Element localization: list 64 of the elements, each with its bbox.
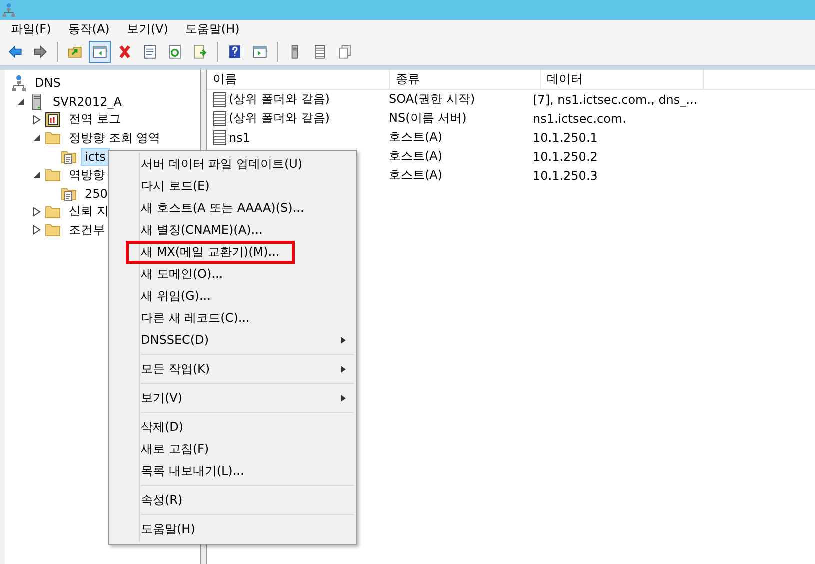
folder-icon [46, 206, 60, 218]
tree-item[interactable]: SVR2012_A [49, 92, 126, 111]
submenu-arrow-icon [341, 337, 346, 344]
server-icon [32, 94, 42, 110]
table-cell: ns1.ictsec.com. [533, 112, 626, 126]
table-cell: 10.1.250.2 [533, 150, 598, 164]
table-cell: (상위 폴더와 같음) [229, 110, 330, 127]
menu-item[interactable]: 다른 새 레코드(C)... [126, 306, 265, 330]
menu-item[interactable]: 보기(V) [120, 21, 178, 38]
record-icon [213, 92, 227, 108]
menu-item[interactable]: DNSSEC(D) [126, 330, 224, 350]
menu-item[interactable]: 도움말(H) [126, 518, 210, 540]
folder-icon [46, 132, 60, 145]
menu-item[interactable]: 새 호스트(A 또는 AAAA)(S)... [126, 196, 320, 220]
table-cell: 호스트(A) [389, 129, 443, 146]
menu-item[interactable]: 동작(A) [61, 21, 120, 38]
expand-icon[interactable] [31, 224, 43, 236]
submenu-arrow-icon [341, 366, 346, 373]
tree-item[interactable]: DNS [31, 74, 65, 92]
network-icon [12, 76, 26, 92]
table-cell: 10.1.250.3 [533, 168, 598, 182]
menu-item[interactable]: 삭제(D) [126, 416, 199, 438]
folder-icon [46, 170, 60, 182]
folder-icon [46, 224, 60, 237]
menu-item[interactable]: 다시 로드(E) [126, 174, 225, 198]
menu-item[interactable]: 서버 데이터 파일 업데이트(U) [126, 152, 318, 176]
menu-item[interactable]: 목록 내보내기(L)... [126, 460, 260, 482]
menu-item[interactable]: 도움말(H) [178, 21, 250, 38]
app-icon [2, 3, 16, 17]
table-cell: [7], ns1.ictsec.com., dns_... [533, 92, 698, 106]
column-header[interactable]: 데이터 [541, 70, 704, 89]
zone-file-icon [62, 151, 76, 164]
tree-item[interactable]: 정방향 조회 영역 [65, 128, 165, 149]
menu-item[interactable]: 새 별칭(CNAME)(A)... [126, 218, 278, 242]
menu-item[interactable]: 보기(V) [126, 386, 198, 410]
menu-item[interactable]: 파일(F) [4, 21, 62, 38]
menu-item[interactable]: 속성(R) [126, 488, 198, 512]
record-icon [213, 130, 227, 146]
table-cell: 호스트(A) [389, 167, 443, 184]
column-header[interactable]: 종류 [390, 70, 541, 89]
table-cell: ns1 [229, 130, 250, 144]
table-cell: NS(이름 서버) [389, 110, 467, 127]
menu-item[interactable]: 새 도메인(O)... [126, 262, 238, 286]
record-icon [213, 110, 227, 126]
table-cell: (상위 폴더와 같음) [229, 91, 330, 108]
table-cell: SOA(권한 시작) [389, 91, 476, 108]
zone-file-icon [62, 188, 76, 202]
tree-item[interactable]: 조건부 [65, 220, 109, 241]
expand-icon[interactable] [31, 114, 43, 126]
log-icon [46, 112, 60, 128]
tree-item[interactable]: 전역 로그 [65, 109, 125, 130]
menu-item[interactable]: 모든 작업(K) [126, 358, 226, 380]
tree-toggle-button[interactable] [89, 41, 111, 63]
table-cell: 호스트(A) [389, 148, 443, 165]
tree-item[interactable]: 250 [81, 184, 112, 203]
menu-item[interactable]: 새 MX(메일 교환기)(M)... [126, 240, 295, 264]
column-header[interactable]: 이름 [207, 70, 390, 89]
menu-item[interactable]: 새 위임(G)... [126, 284, 226, 308]
submenu-arrow-icon [341, 395, 346, 402]
table-cell: 10.1.250.1 [533, 130, 598, 144]
tree-item[interactable]: icts [81, 148, 110, 166]
menu-item[interactable]: 새로 고침(F) [126, 438, 224, 460]
tree-item[interactable]: 역방향 [65, 164, 109, 186]
expand-icon[interactable] [31, 206, 43, 218]
